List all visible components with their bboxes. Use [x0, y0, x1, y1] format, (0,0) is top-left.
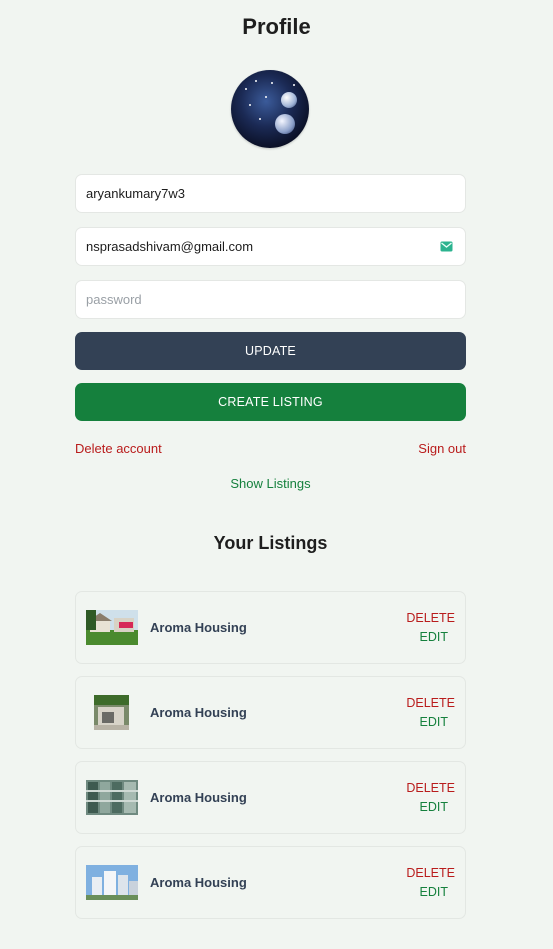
listing-edit-button[interactable]: EDIT: [420, 630, 448, 644]
listing-name[interactable]: Aroma Housing: [150, 790, 247, 805]
listing-delete-button[interactable]: DELETE: [406, 866, 455, 880]
listing-thumbnail[interactable]: [86, 695, 138, 730]
listing-edit-button[interactable]: EDIT: [420, 800, 448, 814]
listing-card: Aroma Housing DELETE EDIT: [75, 676, 466, 749]
listings-section-title: Your Listings: [213, 533, 328, 553]
listing-name[interactable]: Aroma Housing: [150, 620, 247, 635]
listing-card: Aroma Housing DELETE EDIT: [75, 761, 466, 834]
email-input[interactable]: [86, 239, 455, 254]
username-field[interactable]: [75, 174, 466, 213]
listing-card: Aroma Housing DELETE EDIT: [75, 591, 466, 664]
listing-delete-button[interactable]: DELETE: [406, 781, 455, 795]
listing-delete-button[interactable]: DELETE: [406, 611, 455, 625]
listing-delete-button[interactable]: DELETE: [406, 696, 455, 710]
password-field[interactable]: [75, 280, 466, 319]
show-listings-link[interactable]: Show Listings: [0, 476, 541, 491]
listing-edit-button[interactable]: EDIT: [420, 715, 448, 729]
update-button[interactable]: UPDATE: [75, 332, 466, 370]
email-field[interactable]: [75, 227, 466, 266]
create-listing-button[interactable]: CREATE LISTING: [75, 383, 466, 421]
listing-thumbnail[interactable]: [86, 780, 138, 815]
avatar[interactable]: [231, 70, 309, 148]
listing-name[interactable]: Aroma Housing: [150, 705, 247, 720]
listing-thumbnail[interactable]: [86, 610, 138, 645]
autofill-mail-icon[interactable]: [440, 241, 453, 252]
listing-name[interactable]: Aroma Housing: [150, 875, 247, 890]
delete-account-link[interactable]: Delete account: [75, 441, 162, 456]
profile-page: Profile UPDATE CREATE LISTING Delete acc…: [0, 0, 553, 949]
page-title: Profile: [242, 14, 311, 39]
listing-card: Aroma Housing DELETE EDIT: [75, 846, 466, 919]
username-input[interactable]: [86, 186, 455, 201]
sign-out-link[interactable]: Sign out: [418, 441, 466, 456]
listing-edit-button[interactable]: EDIT: [420, 885, 448, 899]
password-input[interactable]: [86, 292, 455, 307]
listing-thumbnail[interactable]: [86, 865, 138, 900]
